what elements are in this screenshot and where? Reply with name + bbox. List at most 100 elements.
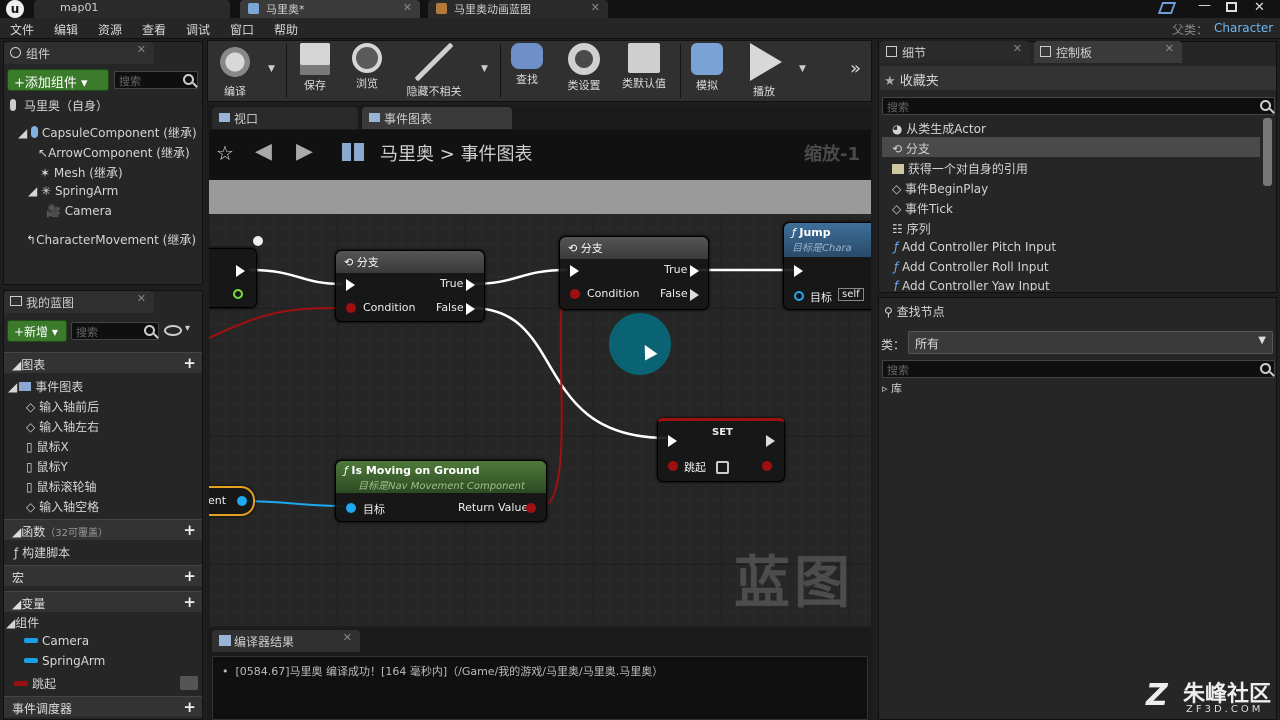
- library-tree-item[interactable]: ▹ 库: [882, 380, 902, 396]
- event-item[interactable]: ◇ 输入轴空格: [26, 498, 99, 515]
- event-graph-item[interactable]: ◢ 事件图表: [8, 378, 83, 395]
- component-arrow[interactable]: ↖ArrowComponent (继承): [38, 144, 190, 161]
- node-component-getter[interactable]: nent: [209, 486, 255, 516]
- compile-button[interactable]: 编译: [212, 41, 258, 99]
- exec-in-pin[interactable]: [794, 265, 803, 277]
- node-branch-1[interactable]: ⟲ 分支 Condition True False: [335, 250, 485, 322]
- add-graph-button[interactable]: +: [183, 354, 196, 372]
- palette-tab[interactable]: 控制板 ✕: [1034, 41, 1182, 63]
- toolbar-overflow-icon[interactable]: »: [850, 58, 861, 79]
- event-item[interactable]: ◇ 输入轴前后: [26, 398, 99, 415]
- variable-item[interactable]: SpringArm: [24, 654, 105, 668]
- close-icon[interactable]: ✕: [137, 292, 146, 305]
- scrollbar-thumb[interactable]: [180, 676, 198, 690]
- menu-help[interactable]: 帮助: [274, 21, 298, 38]
- favorite-star-icon[interactable]: ☆: [216, 141, 234, 165]
- play-button[interactable]: 播放: [742, 41, 786, 99]
- add-component-button[interactable]: +添加组件 ▾: [7, 69, 109, 91]
- class-settings-button[interactable]: 类设置: [560, 41, 608, 99]
- menu-file[interactable]: 文件: [10, 21, 34, 38]
- close-icon[interactable]: ✕: [1013, 42, 1022, 55]
- event-item[interactable]: ▯ 鼠标X: [26, 438, 69, 455]
- palette-item[interactable]: ◇ 事件Tick: [892, 200, 953, 217]
- event-item[interactable]: ▯ 鼠标Y: [26, 458, 68, 475]
- notification-icon[interactable]: [1157, 2, 1177, 14]
- tab-mario-anim-blueprint[interactable]: 马里奥动画蓝图 ✕: [428, 0, 608, 18]
- false-exec-pin[interactable]: [690, 289, 699, 301]
- node-jump[interactable]: ƒ Jump 目标是Chara 目标 self: [783, 222, 871, 310]
- exec-out-pin[interactable]: [766, 435, 775, 447]
- event-item[interactable]: ▯ 鼠标滚轮轴: [26, 478, 96, 495]
- true-exec-pin[interactable]: [690, 265, 699, 277]
- menu-view[interactable]: 查看: [142, 21, 166, 38]
- component-mesh[interactable]: ✶ Mesh (继承): [40, 164, 123, 181]
- jump-checkbox[interactable]: [716, 461, 729, 474]
- menu-edit[interactable]: 编辑: [54, 21, 78, 38]
- component-capsule[interactable]: ◢ CapsuleComponent (继承): [18, 124, 197, 141]
- close-icon[interactable]: ✕: [343, 631, 352, 644]
- menu-window[interactable]: 窗口: [230, 21, 254, 38]
- parent-class-link[interactable]: Character: [1214, 21, 1273, 35]
- close-icon[interactable]: ✕: [137, 43, 146, 56]
- target-pin[interactable]: [794, 291, 804, 301]
- find-nodes-search-input[interactable]: 搜索: [882, 360, 1275, 378]
- construction-script-item[interactable]: ƒ 构建脚本: [14, 544, 70, 561]
- blueprint-search-input[interactable]: 搜索: [71, 322, 159, 340]
- menu-asset[interactable]: 资源: [98, 21, 122, 38]
- my-blueprint-tab[interactable]: 我的蓝图 ✕: [4, 291, 154, 313]
- add-variable-button[interactable]: +: [183, 593, 196, 611]
- add-new-button[interactable]: +新增 ▾: [7, 320, 67, 342]
- node-branch-2[interactable]: ⟲ 分支 Condition True False: [559, 236, 709, 310]
- event-item[interactable]: ◇ 输入轴左右: [26, 418, 99, 435]
- macros-section[interactable]: 宏 +: [4, 565, 202, 586]
- node-is-moving-on-ground[interactable]: ƒ Is Moving on Ground 目标是Nav Movement Co…: [335, 460, 547, 522]
- component-self[interactable]: 马里奥（自身）: [10, 97, 108, 114]
- play-options-chevron-icon[interactable]: ▼: [799, 64, 806, 74]
- exec-out-pin[interactable]: [236, 265, 245, 277]
- variables-section[interactable]: ◢变量 +: [4, 591, 202, 612]
- object-pin[interactable]: [233, 289, 243, 299]
- palette-item[interactable]: ƒ Add Controller Pitch Input: [894, 240, 1056, 254]
- graph-canvas[interactable]: ⟲ 分支 Condition True False ⟲ 分支 Condition…: [209, 180, 871, 626]
- add-dispatcher-button[interactable]: +: [183, 698, 196, 716]
- palette-item[interactable]: ◕ 从类生成Actor: [892, 120, 986, 137]
- save-button[interactable]: 保存: [294, 41, 336, 99]
- bool-out-pin[interactable]: [762, 461, 772, 471]
- forward-arrow-icon[interactable]: ▶: [296, 139, 313, 164]
- add-function-button[interactable]: +: [183, 521, 196, 539]
- exec-in-pin[interactable]: [668, 435, 677, 447]
- component-springarm[interactable]: ◢ ✳ SpringArm: [28, 184, 118, 198]
- close-icon[interactable]: ✕: [403, 1, 412, 14]
- compiler-results-tab[interactable]: 编译器结果 ✕: [212, 630, 360, 652]
- dispatchers-section[interactable]: 事件调度器 +: [4, 696, 202, 717]
- false-exec-pin[interactable]: [466, 303, 475, 315]
- add-macro-button[interactable]: +: [183, 567, 196, 585]
- exec-in-pin[interactable]: [570, 265, 579, 277]
- close-icon[interactable]: ✕: [1165, 42, 1174, 55]
- tab-map01[interactable]: map01: [34, 0, 230, 18]
- tab-mario-blueprint[interactable]: 马里奥* ✕: [240, 0, 420, 18]
- condition-pin[interactable]: [570, 289, 580, 299]
- close-window-button[interactable]: ✕: [1254, 0, 1265, 15]
- palette-search-input[interactable]: 搜索: [882, 97, 1275, 115]
- find-button[interactable]: 查找: [506, 41, 548, 99]
- target-pin[interactable]: [346, 503, 356, 513]
- minimize-button[interactable]: —: [1198, 0, 1211, 13]
- simulate-button[interactable]: 模拟: [686, 41, 728, 99]
- details-tab[interactable]: 细节 ✕: [880, 41, 1030, 63]
- back-arrow-icon[interactable]: ◀: [255, 139, 272, 164]
- palette-item[interactable]: 获得一个对自身的引用: [892, 160, 1028, 177]
- variable-group-components[interactable]: ◢组件: [6, 614, 39, 631]
- breadcrumb-root[interactable]: 马里奥: [380, 144, 434, 165]
- functions-section[interactable]: ◢函数（32可覆盖） +: [4, 519, 202, 540]
- tab-viewport[interactable]: 视口: [212, 107, 358, 129]
- browse-button[interactable]: 浏览: [344, 41, 390, 99]
- node-partial-left[interactable]: [209, 248, 257, 308]
- palette-item[interactable]: ⟲ 分支: [892, 140, 930, 157]
- favorites-header[interactable]: [880, 66, 1276, 90]
- palette-item[interactable]: ƒ Add Controller Roll Input: [894, 260, 1049, 274]
- object-out-pin[interactable]: [237, 496, 247, 506]
- jump-bool-pin[interactable]: [668, 461, 678, 471]
- maximize-button[interactable]: [1226, 2, 1237, 12]
- eye-icon[interactable]: [164, 325, 182, 336]
